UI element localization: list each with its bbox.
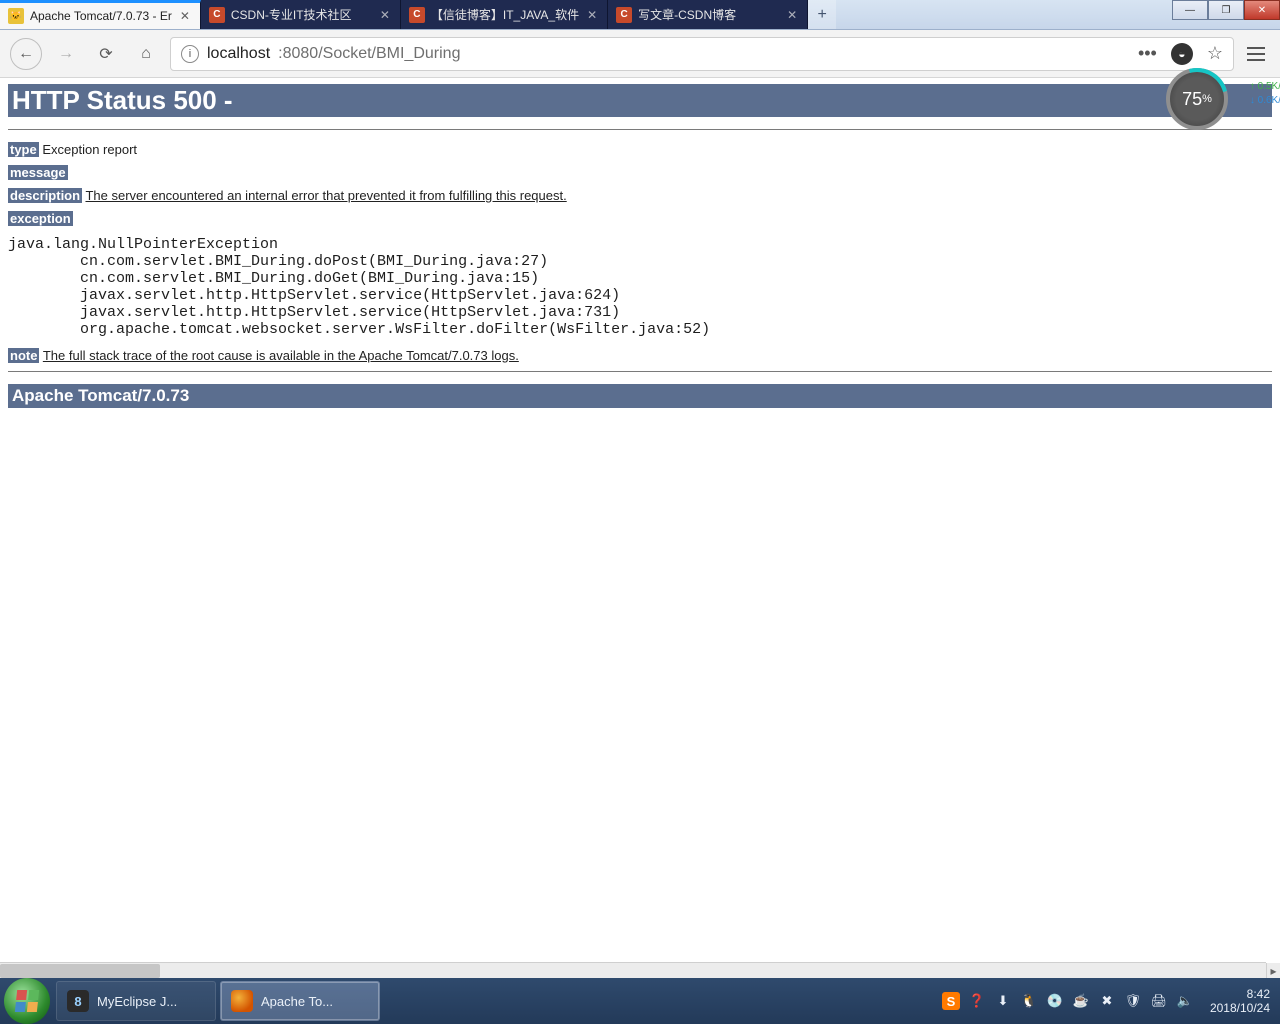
favicon-icon: 🐱 — [8, 8, 24, 24]
tab-title: 【信徒博客】IT_JAVA_软件 — [431, 6, 579, 23]
divider — [8, 129, 1272, 130]
tab-title: Apache Tomcat/7.0.73 - Er — [30, 9, 172, 23]
qq-icon[interactable]: 🐧 — [1020, 992, 1038, 1010]
reload-button[interactable]: ⟳ — [90, 38, 122, 70]
close-tab-icon[interactable]: ✕ — [585, 8, 599, 22]
type-row: type Exception report — [8, 142, 1272, 157]
note-row: note The full stack trace of the root ca… — [8, 348, 1272, 363]
tab-write-csdn[interactable]: C 写文章-CSDN博客 ✕ — [608, 0, 808, 29]
close-tab-icon[interactable]: ✕ — [378, 8, 392, 22]
bookmark-star-icon[interactable]: ☆ — [1207, 43, 1223, 64]
security-icon[interactable]: 🛡 — [1124, 992, 1142, 1010]
tab-title: 写文章-CSDN博客 — [638, 6, 779, 23]
taskbar-item-firefox[interactable]: Apache To... — [220, 981, 380, 1021]
message-label: message — [8, 165, 68, 180]
horizontal-scrollbar[interactable]: ▸ — [0, 962, 1266, 978]
firefox-icon — [231, 990, 253, 1012]
server-footer: Apache Tomcat/7.0.73 — [8, 384, 1272, 408]
sogou-ime-icon[interactable]: S — [942, 992, 960, 1010]
page-actions-icon[interactable]: ••• — [1138, 43, 1157, 64]
volume-icon[interactable]: 🔈 — [1176, 992, 1194, 1010]
download-icon[interactable]: ⬇ — [994, 992, 1012, 1010]
tab-title: CSDN-专业IT技术社区 — [231, 6, 372, 23]
upload-speed: ↑ 0.5K/s — [1250, 80, 1280, 94]
minimize-button[interactable]: — — [1172, 0, 1208, 20]
description-label: description — [8, 188, 82, 203]
favicon-icon: C — [616, 7, 632, 23]
home-button[interactable]: ⌂ — [130, 38, 162, 70]
pocket-icon[interactable]: ◒ — [1171, 43, 1193, 65]
tab-csdn[interactable]: C CSDN-专业IT技术社区 ✕ — [201, 0, 401, 29]
page-content: HTTP Status 500 - type Exception report … — [0, 78, 1280, 416]
exception-row: exception — [8, 211, 1272, 226]
close-button[interactable]: ✕ — [1244, 0, 1280, 20]
message-row: message — [8, 165, 1272, 180]
clock-time: 8:42 — [1210, 987, 1270, 1001]
navigation-toolbar: ← → ⟳ ⌂ i localhost :8080/Socket/BMI_Duri… — [0, 30, 1280, 78]
scroll-right-arrow[interactable]: ▸ — [1266, 963, 1280, 979]
scroll-thumb[interactable] — [0, 964, 160, 978]
description-row: description The server encountered an in… — [8, 188, 1272, 203]
url-path: :8080/Socket/BMI_During — [278, 45, 460, 63]
xampp-icon[interactable]: ✖ — [1098, 992, 1116, 1010]
close-tab-icon[interactable]: ✕ — [178, 9, 192, 23]
system-tray: S ❓ ⬇ 🐧 💿 ☕ ✖ 🛡 🖨 🔈 8:42 2018/10/24 — [942, 987, 1280, 1015]
urlbar-actions: ••• ◒ ☆ — [1138, 43, 1223, 65]
speed-percent: 75 — [1182, 89, 1202, 110]
disc-icon[interactable]: 💿 — [1046, 992, 1064, 1010]
back-button[interactable]: ← — [10, 38, 42, 70]
taskbar-item-myeclipse[interactable]: 8 MyEclipse J... — [56, 981, 216, 1021]
window-controls: — ❐ ✕ — [1172, 0, 1280, 20]
address-bar[interactable]: i localhost :8080/Socket/BMI_During ••• ◒… — [170, 37, 1234, 71]
speed-readout: ↑ 0.5K/s ↓ 0.6K/s — [1250, 80, 1280, 108]
help-icon[interactable]: ❓ — [968, 992, 986, 1010]
note-value: The full stack trace of the root cause i… — [43, 348, 519, 363]
maximize-button[interactable]: ❐ — [1208, 0, 1244, 20]
stack-trace: java.lang.NullPointerException cn.com.se… — [8, 236, 1272, 338]
http-status-heading: HTTP Status 500 - — [8, 84, 1272, 117]
tab-strip: 🐱 Apache Tomcat/7.0.73 - Er ✕ C CSDN-专业I… — [0, 0, 1280, 30]
taskbar: 8 MyEclipse J... Apache To... S ❓ ⬇ 🐧 💿 … — [0, 978, 1280, 1024]
percent-sign: % — [1202, 93, 1212, 105]
favicon-icon: C — [209, 7, 225, 23]
clock-date: 2018/10/24 — [1210, 1001, 1270, 1015]
tab-blog1[interactable]: C 【信徒博客】IT_JAVA_软件 ✕ — [401, 0, 608, 29]
type-value: Exception report — [42, 142, 137, 157]
divider — [8, 371, 1272, 372]
type-label: type — [8, 142, 39, 157]
note-label: note — [8, 348, 39, 363]
close-tab-icon[interactable]: ✕ — [785, 8, 799, 22]
task-label: Apache To... — [261, 994, 333, 1009]
speed-widget[interactable]: 75% ↑ 0.5K/s ↓ 0.6K/s — [1166, 68, 1228, 130]
description-value: The server encountered an internal error… — [85, 188, 566, 203]
start-button[interactable] — [4, 978, 50, 1024]
clock[interactable]: 8:42 2018/10/24 — [1202, 987, 1270, 1015]
new-tab-button[interactable]: + — [808, 0, 836, 29]
url-host: localhost — [207, 45, 270, 63]
download-speed: ↓ 0.6K/s — [1250, 94, 1280, 108]
windows-logo-icon — [15, 990, 39, 1012]
tab-tomcat-error[interactable]: 🐱 Apache Tomcat/7.0.73 - Er ✕ — [0, 0, 201, 29]
task-label: MyEclipse J... — [97, 994, 177, 1009]
exception-label: exception — [8, 211, 73, 226]
favicon-icon: C — [409, 7, 425, 23]
app-menu-button[interactable] — [1242, 47, 1270, 61]
myeclipse-icon: 8 — [67, 990, 89, 1012]
java-icon[interactable]: ☕ — [1072, 992, 1090, 1010]
site-info-icon[interactable]: i — [181, 45, 199, 63]
forward-button[interactable]: → — [50, 38, 82, 70]
action-center-icon[interactable]: 🖨 — [1150, 992, 1168, 1010]
